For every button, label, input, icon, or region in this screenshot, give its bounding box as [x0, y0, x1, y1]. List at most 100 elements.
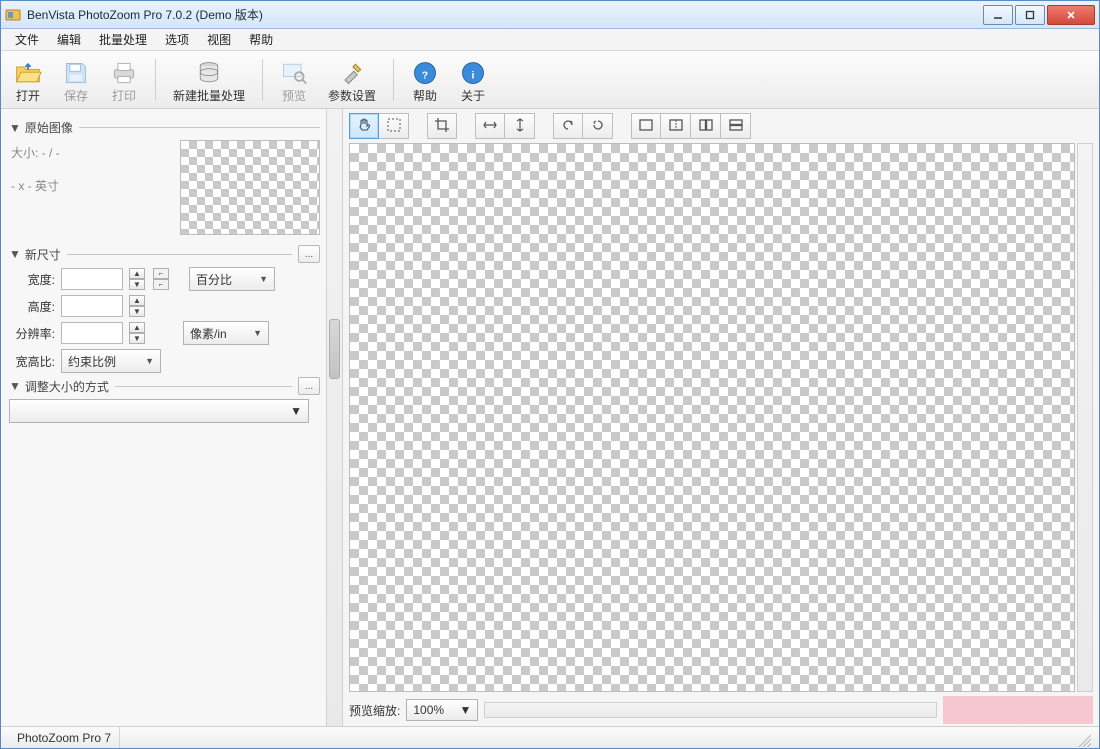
resolution-spinner[interactable]: ▲▼	[129, 322, 145, 344]
svg-text:i: i	[472, 69, 475, 81]
chevron-down-icon: ▼	[290, 404, 302, 418]
original-thumbnail	[180, 140, 320, 235]
canvas-toolbar	[343, 109, 1099, 143]
print-button[interactable]: 打印	[103, 55, 145, 105]
original-dims-label: - x - 英寸	[9, 171, 180, 204]
titlebar: BenVista PhotoZoom Pro 7.0.2 (Demo 版本)	[1, 1, 1099, 29]
zoom-label: 预览缩放:	[349, 702, 400, 719]
triangle-down-icon: ▼	[9, 121, 21, 135]
rotate-ccw-icon	[560, 117, 576, 136]
toolbar-separator	[393, 59, 394, 101]
printer-icon	[110, 59, 138, 87]
original-size-label: 大小: - / -	[9, 138, 180, 171]
crop-icon	[434, 117, 450, 136]
menu-help[interactable]: 帮助	[241, 29, 281, 50]
link-width-height[interactable]: ⌐⌐	[153, 268, 169, 290]
left-pane: ▼ 原始图像 大小: - / - - x - 英寸 ▼ 新尺寸 ...	[1, 109, 343, 726]
menu-file[interactable]: 文件	[7, 29, 47, 50]
chevron-down-icon: ▼	[145, 356, 154, 366]
window-minimize-button[interactable]	[983, 5, 1013, 25]
flip-vertical-icon	[512, 117, 528, 136]
toolbar-separator	[262, 59, 263, 101]
chevron-down-icon: ▼	[253, 328, 262, 338]
scrollbar-thumb[interactable]	[329, 319, 340, 379]
layout-single-icon	[638, 117, 654, 136]
menu-batch[interactable]: 批量处理	[91, 29, 155, 50]
unit-select-pixels-in[interactable]: 像素/in▼	[183, 321, 269, 345]
tool-flip-h-button[interactable]	[475, 113, 505, 139]
layout-split-center-button[interactable]	[661, 113, 691, 139]
window-maximize-button[interactable]	[1015, 5, 1045, 25]
status-product: PhotoZoom Pro 7	[9, 727, 120, 748]
tool-crop-button[interactable]	[427, 113, 457, 139]
tool-region-button[interactable]	[379, 113, 409, 139]
layout-split-h-button[interactable]	[721, 113, 751, 139]
flip-horizontal-icon	[482, 117, 498, 136]
resize-method-expand-button[interactable]: ...	[298, 377, 320, 395]
menu-edit[interactable]: 编辑	[49, 29, 89, 50]
tool-rotate-cw-button[interactable]	[583, 113, 613, 139]
open-button[interactable]: 打开	[7, 55, 49, 105]
window-close-button[interactable]	[1047, 5, 1095, 25]
triangle-down-icon: ▼	[9, 379, 21, 393]
width-label: 宽度:	[9, 271, 55, 288]
menubar: 文件 编辑 批量处理 选项 视图 帮助	[1, 29, 1099, 51]
triangle-down-icon: ▼	[9, 247, 21, 261]
layout-split-v-button[interactable]	[691, 113, 721, 139]
height-label: 高度:	[9, 298, 55, 315]
app-window: BenVista PhotoZoom Pro 7.0.2 (Demo 版本) 文…	[0, 0, 1100, 749]
resolution-label: 分辨率:	[9, 325, 55, 342]
new-batch-button[interactable]: 新建批量处理	[166, 55, 252, 105]
width-input[interactable]	[61, 268, 123, 290]
canvas-h-scrollbar[interactable]	[484, 702, 937, 718]
magnifier-icon	[280, 59, 308, 87]
resolution-input[interactable]	[61, 322, 123, 344]
canvas-v-scrollbar[interactable]	[1077, 143, 1093, 692]
height-input[interactable]	[61, 295, 123, 317]
help-button[interactable]: ? 帮助	[404, 55, 446, 105]
menu-view[interactable]: 视图	[199, 29, 239, 50]
app-icon	[5, 7, 21, 23]
preview-button[interactable]: 预览	[273, 55, 315, 105]
tools-icon	[338, 59, 366, 87]
layout-split-h-icon	[728, 117, 744, 136]
section-title: 新尺寸	[25, 246, 61, 263]
database-icon	[195, 59, 223, 87]
tool-hand-button[interactable]	[349, 113, 379, 139]
right-pane: 预览缩放: 100%▼	[343, 109, 1099, 726]
height-spinner[interactable]: ▲▼	[129, 295, 145, 317]
chevron-down-icon: ▼	[259, 274, 268, 284]
aspect-select[interactable]: 约束比例▼	[61, 349, 161, 373]
main-toolbar: 打开 保存 打印 新建批量处理 预览 参数设置 ? 帮助 i	[1, 51, 1099, 109]
rotate-cw-icon	[590, 117, 606, 136]
section-title: 原始图像	[25, 119, 73, 136]
tool-flip-v-button[interactable]	[505, 113, 535, 139]
svg-text:?: ?	[422, 69, 428, 81]
chevron-down-icon: ▼	[459, 703, 471, 717]
unit-select-percent[interactable]: 百分比▼	[189, 267, 275, 291]
tool-rotate-ccw-button[interactable]	[553, 113, 583, 139]
resize-grip[interactable]	[1075, 731, 1091, 747]
settings-button[interactable]: 参数设置	[321, 55, 383, 105]
aspect-label: 宽高比:	[9, 353, 55, 370]
about-button[interactable]: i 关于	[452, 55, 494, 105]
watermark-strip	[943, 696, 1093, 724]
zoom-select[interactable]: 100%▼	[406, 699, 478, 721]
folder-open-icon	[14, 59, 42, 87]
preview-canvas[interactable]	[349, 143, 1075, 692]
statusbar: PhotoZoom Pro 7	[1, 726, 1099, 748]
layout-single-button[interactable]	[631, 113, 661, 139]
marquee-icon	[386, 117, 402, 136]
menu-options[interactable]: 选项	[157, 29, 197, 50]
save-button[interactable]: 保存	[55, 55, 97, 105]
layout-split-center-icon	[668, 117, 684, 136]
resize-method-select[interactable]: ▼	[9, 399, 309, 423]
newsize-expand-button[interactable]: ...	[298, 245, 320, 263]
toolbar-separator	[155, 59, 156, 101]
section-original-image: ▼ 原始图像	[9, 119, 320, 136]
left-scrollbar[interactable]	[326, 109, 342, 726]
floppy-disk-icon	[62, 59, 90, 87]
window-title: BenVista PhotoZoom Pro 7.0.2 (Demo 版本)	[27, 6, 983, 23]
section-new-size: ▼ 新尺寸 ...	[9, 245, 320, 263]
width-spinner[interactable]: ▲▼	[129, 268, 145, 290]
